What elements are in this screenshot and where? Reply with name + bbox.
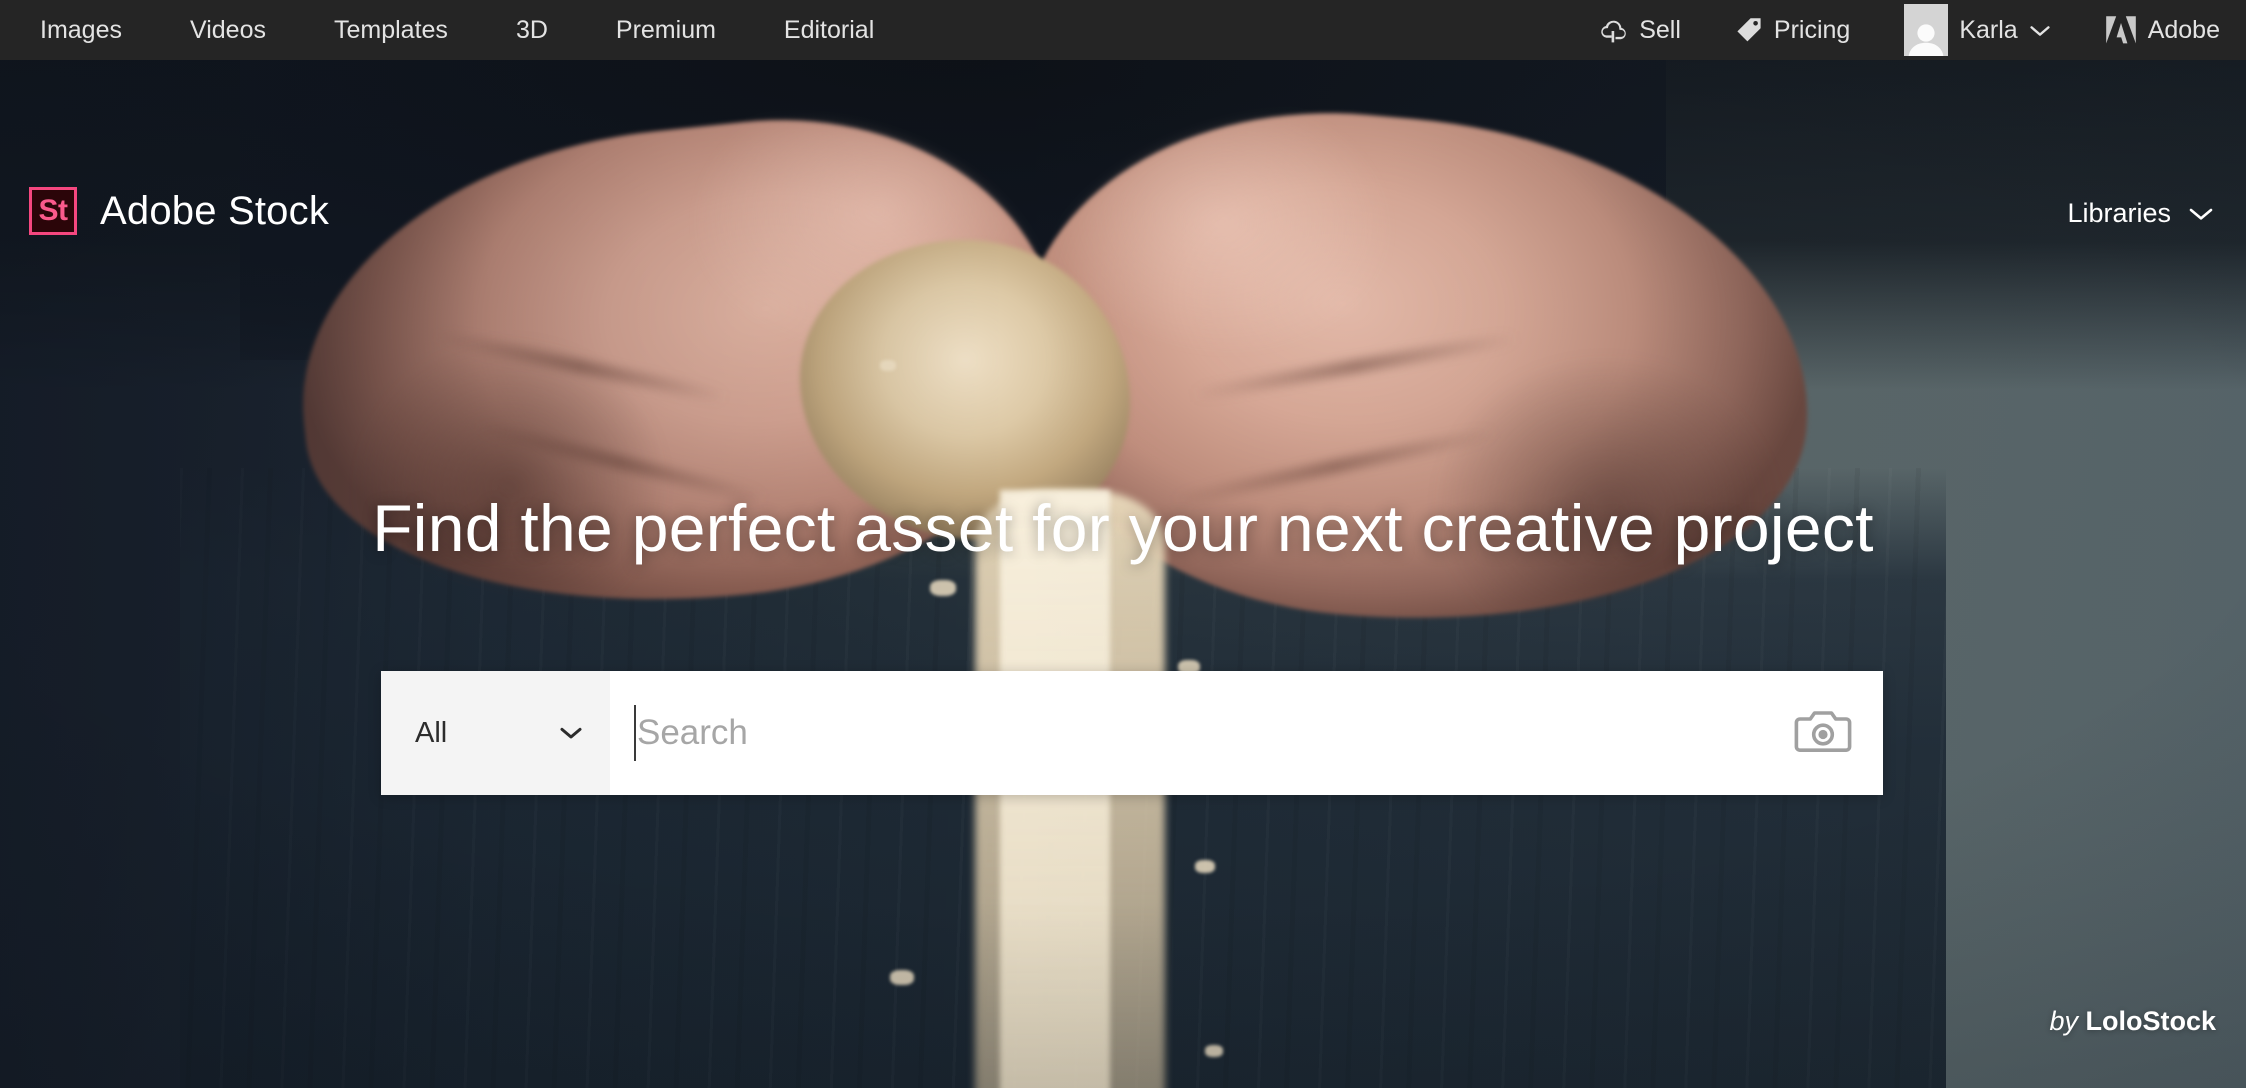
chevron-down-icon [558, 725, 584, 741]
hero-background-photo [0, 60, 2246, 1088]
pricing-link[interactable]: Pricing [1735, 16, 1850, 45]
attribution-by: by [2049, 1006, 2078, 1036]
top-bar-right-group: Sell Pricing Karla Adobe [1544, 0, 2246, 60]
nav-item-premium[interactable]: Premium [616, 0, 716, 60]
cloud-upload-icon [1598, 17, 1628, 43]
image-attribution: by LoloStock [2049, 1006, 2216, 1037]
camera-icon [1794, 707, 1852, 760]
libraries-label: Libraries [2067, 198, 2171, 228]
text-cursor [634, 705, 636, 761]
category-selected-value: All [415, 716, 448, 749]
search-placeholder: Search [637, 713, 748, 752]
stock-mark-text: St [38, 194, 69, 227]
hero-section: St Adobe Stock Libraries Find the perfec… [0, 60, 2246, 1088]
nav-item-images[interactable]: Images [40, 0, 122, 60]
nav-item-editorial[interactable]: Editorial [784, 0, 874, 60]
account-label: Karla [1959, 15, 2018, 44]
nav-item-videos[interactable]: Videos [190, 0, 266, 60]
sell-link[interactable]: Sell [1598, 16, 1681, 45]
price-tag-icon [1735, 16, 1763, 44]
search-input[interactable]: Search [610, 671, 1763, 795]
stock-mark-icon: St [29, 187, 77, 235]
adobe-label: Adobe [2147, 15, 2220, 44]
hero-headline: Find the perfect asset for your next cre… [372, 491, 1874, 565]
account-menu[interactable]: Karla [1904, 4, 2050, 56]
top-utility-bar: Images Videos Templates 3D Premium Edito… [0, 0, 2246, 60]
adobe-stock-logo[interactable]: St Adobe Stock [29, 187, 329, 235]
chevron-down-icon [2029, 16, 2051, 45]
top-navigation: Images Videos Templates 3D Premium Edito… [0, 0, 874, 60]
nav-item-3d[interactable]: 3D [516, 0, 548, 60]
adobe-stock-wordmark: Adobe Stock [100, 188, 330, 233]
avatar-icon [1904, 4, 1949, 56]
adobe-logo-icon [2105, 15, 2137, 45]
visual-search-button[interactable] [1763, 671, 1883, 795]
nav-item-templates[interactable]: Templates [334, 0, 448, 60]
category-select[interactable]: All [381, 671, 610, 795]
adobe-link[interactable]: Adobe [2105, 15, 2220, 45]
sell-label: Sell [1639, 15, 1681, 44]
search-bar: All Search [381, 671, 1883, 795]
chevron-down-icon [2188, 198, 2214, 229]
pricing-label: Pricing [1773, 15, 1851, 44]
attribution-brand: LoloStock [2085, 1006, 2216, 1036]
libraries-menu[interactable]: Libraries [2067, 198, 2214, 229]
